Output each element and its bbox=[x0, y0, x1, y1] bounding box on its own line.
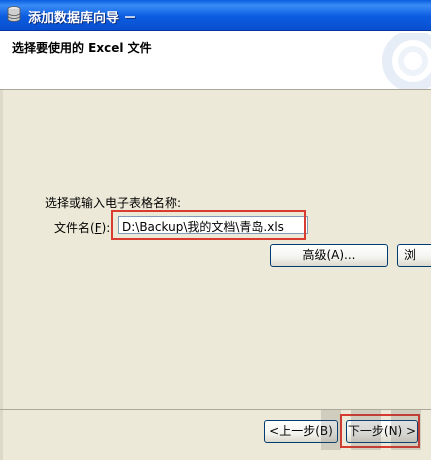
browse-button[interactable]: 浏 bbox=[397, 244, 431, 267]
left-border bbox=[0, 90, 3, 460]
header-watermark-icon bbox=[382, 33, 431, 89]
advanced-button[interactable]: 高级(A)... bbox=[270, 244, 388, 267]
title-bar: 添加数据库向导 － bbox=[0, 0, 431, 31]
wizard-header: 选择要使用的 Excel 文件 bbox=[0, 31, 431, 90]
filename-label: 文件名(F): bbox=[54, 221, 111, 235]
window-title: 添加数据库向导 － bbox=[28, 11, 137, 26]
step-heading: 选择要使用的 Excel 文件 bbox=[12, 41, 152, 55]
spreadsheet-prompt: 选择或输入电子表格名称: bbox=[45, 196, 182, 210]
filename-input[interactable]: D:\Backup\我的文档\青岛.xls bbox=[118, 216, 308, 234]
site-watermark-icon bbox=[321, 410, 421, 450]
database-icon bbox=[7, 6, 21, 22]
